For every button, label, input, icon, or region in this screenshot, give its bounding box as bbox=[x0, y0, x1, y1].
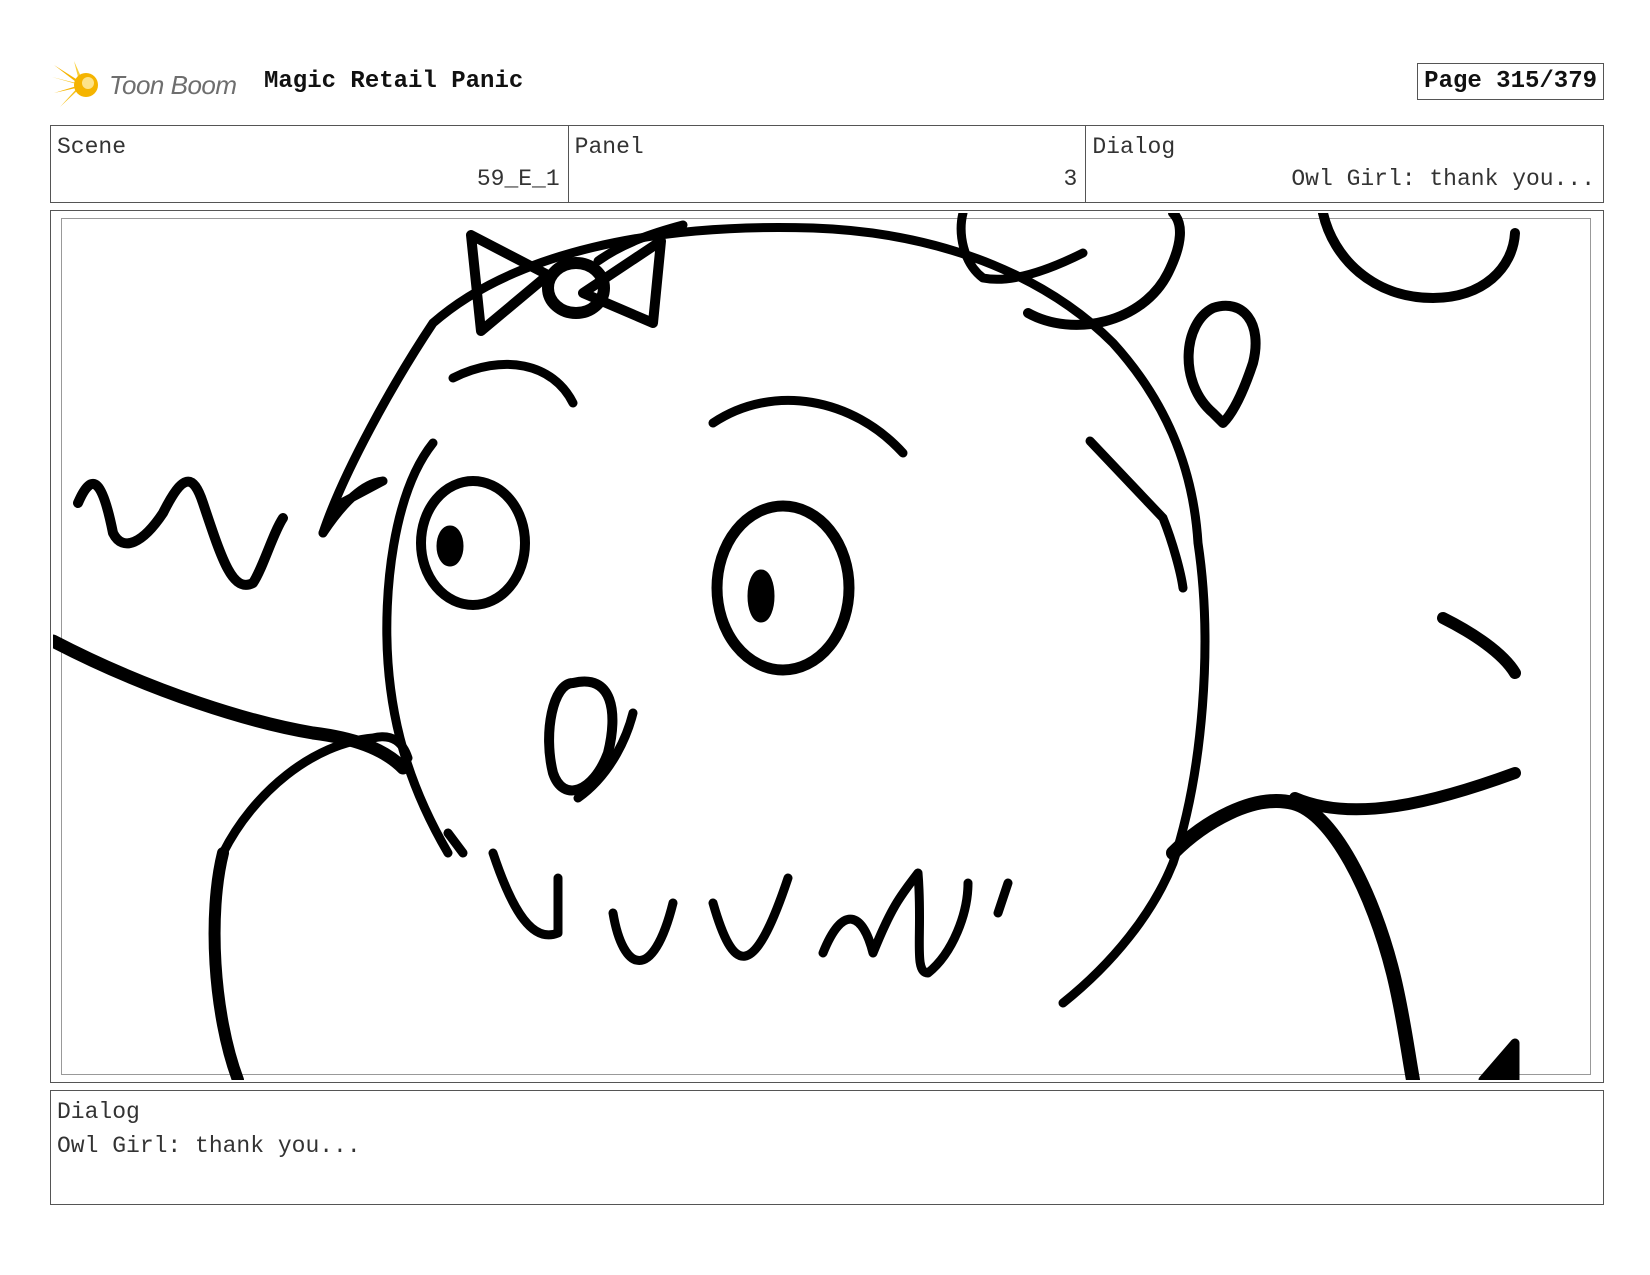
right-arm-lower bbox=[1289, 767, 1521, 816]
owl-left-body bbox=[208, 847, 244, 1080]
dialog-box: Dialog Owl Girl: thank you... bbox=[50, 1090, 1604, 1205]
toon-boom-logo: Toon Boom bbox=[52, 59, 252, 111]
owl-chin-feathers bbox=[443, 828, 1013, 978]
sweat-drop bbox=[1183, 300, 1261, 428]
owl-right-ear-tuft bbox=[1085, 436, 1188, 593]
dialog-box-label: Dialog bbox=[57, 1099, 140, 1125]
dialog-box-text: Owl Girl: thank you... bbox=[57, 1133, 361, 1159]
owl-left-eye bbox=[416, 476, 530, 610]
panel-info-row: Scene 59_E_1 Panel 3 Dialog Owl Girl: th… bbox=[50, 125, 1604, 203]
owl-left-brow bbox=[448, 359, 578, 408]
panel-value: 3 bbox=[1063, 166, 1078, 192]
dialog-header-label: Dialog bbox=[1092, 134, 1176, 160]
owl-right-pupil bbox=[747, 569, 775, 623]
owl-left-pupil bbox=[436, 525, 464, 567]
right-shape-top bbox=[956, 213, 1088, 284]
toon-boom-starburst-icon bbox=[52, 61, 98, 107]
storyboard-header: Toon Boom Magic Retail Panic Page 315/37… bbox=[52, 55, 1604, 111]
owl-left-arm bbox=[53, 634, 410, 775]
storyboard-drawing bbox=[53, 213, 1521, 1080]
panel-cell: Panel 3 bbox=[569, 126, 1087, 202]
right-body-curve bbox=[1166, 794, 1420, 1080]
project-title: Magic Retail Panic bbox=[264, 68, 524, 95]
scene-cell: Scene 59_E_1 bbox=[51, 126, 569, 202]
panel-label: Panel bbox=[574, 134, 644, 160]
dialog-cell: Dialog Owl Girl: thank you... bbox=[1086, 126, 1603, 202]
right-circle-corner bbox=[1318, 213, 1520, 303]
owl-head-left-side bbox=[382, 438, 453, 858]
right-bottom-corner bbox=[1478, 1038, 1520, 1080]
logo-text: Toon Boom bbox=[109, 70, 237, 100]
scene-value: 59_E_1 bbox=[476, 166, 560, 192]
motion-squiggle bbox=[73, 476, 288, 590]
right-arm-line bbox=[1437, 612, 1521, 679]
scene-label: Scene bbox=[57, 134, 127, 160]
owl-right-brow bbox=[708, 395, 908, 458]
owl-right-eye bbox=[711, 500, 855, 676]
page-number: Page 315/379 bbox=[1417, 63, 1604, 100]
owl-left-ear-tuft bbox=[318, 476, 388, 538]
dialog-header-value: Owl Girl: thank you... bbox=[1291, 166, 1596, 192]
